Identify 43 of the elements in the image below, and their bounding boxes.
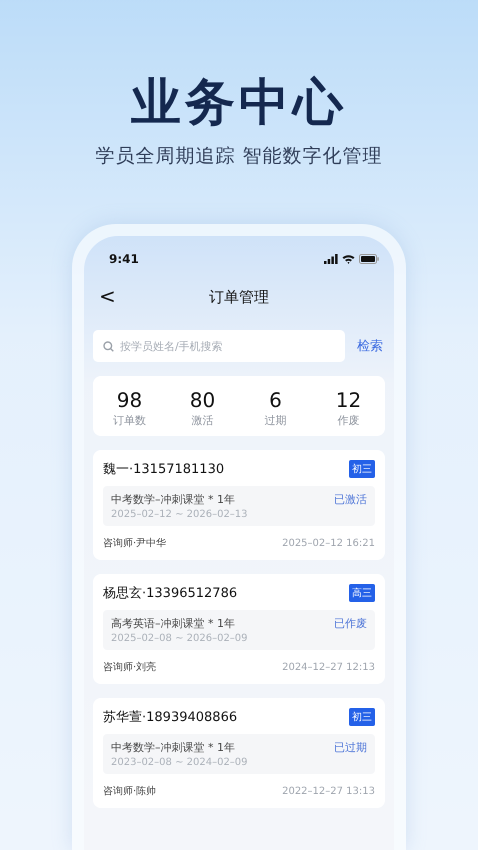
order-time: 2022–12–27 13:13 xyxy=(282,786,375,796)
order-status: 已作废 xyxy=(334,616,367,631)
grade-tag: 初三 xyxy=(349,708,375,726)
stat-value: 6 xyxy=(269,388,282,412)
order-card[interactable]: 杨思玄·13396512786 高三 高考英语–冲刺课堂 * 1年 2025–02–08 ~ 2026–02–09 已作废 咨询师·刘亮 2024–12–27 12:13 xyxy=(93,574,385,684)
stat-value: 80 xyxy=(190,388,216,412)
order-card[interactable]: 魏一·13157181130 初三 中考数学–冲刺课堂 * 1年 2025–02–12 ~ 2026–02–13 已激活 咨询师·尹中华 2025–02–12 16:21 xyxy=(93,450,385,560)
consultant-name: 咨询师·尹中华 xyxy=(103,536,166,550)
search-field[interactable]: 按学员姓名/手机搜索 xyxy=(93,330,345,362)
stat-value: 98 xyxy=(116,388,142,412)
signal-icon xyxy=(324,254,338,264)
student-name: 杨思玄·13396512786 xyxy=(103,585,238,602)
tagline: 学员全周期追踪 智能数字化管理 xyxy=(95,144,383,168)
grade-tag: 初三 xyxy=(349,460,375,478)
consultant-name: 咨询师·陈帅 xyxy=(103,784,156,798)
search-icon xyxy=(103,341,114,352)
course-name: 中考数学–冲刺课堂 * 1年 xyxy=(111,492,236,507)
grade-tag: 高三 xyxy=(349,584,375,602)
order-time: 2025–02–12 16:21 xyxy=(282,538,375,548)
headline: 业务中心 xyxy=(131,72,347,132)
stat-label: 作废 xyxy=(338,413,360,428)
consultant-name: 咨询师·刘亮 xyxy=(103,660,156,674)
order-time: 2024–12–27 12:13 xyxy=(282,662,375,672)
stat-value: 12 xyxy=(336,388,362,412)
course-name: 高考英语–冲刺课堂 * 1年 xyxy=(111,616,236,631)
stat-label: 激活 xyxy=(192,413,214,428)
course-period: 2025–02–12 ~ 2026–02–13 xyxy=(111,509,248,520)
back-button[interactable]: < xyxy=(95,284,120,308)
wifi-icon xyxy=(342,254,355,264)
order-status: 已激活 xyxy=(334,492,367,507)
page-title: 订单管理 xyxy=(209,288,269,306)
order-status: 已过期 xyxy=(334,740,367,755)
stat-label: 订单数 xyxy=(113,413,146,428)
student-name: 苏华萱·18939408866 xyxy=(103,709,238,726)
search-button[interactable]: 检索 xyxy=(355,337,385,355)
battery-icon xyxy=(359,254,379,264)
status-time: 9:41 xyxy=(109,252,139,266)
order-card[interactable]: 苏华萱·18939408866 初三 中考数学–冲刺课堂 * 1年 2023–02–08 ~ 2024–02–09 已过期 咨询师·陈帅 2022–12–27 13:13 xyxy=(93,698,385,808)
course-name: 中考数学–冲刺课堂 * 1年 xyxy=(111,740,236,755)
course-period: 2025–02–08 ~ 2026–02–09 xyxy=(111,633,248,644)
stat-label: 过期 xyxy=(264,413,286,428)
student-name: 魏一·13157181130 xyxy=(103,461,224,478)
course-period: 2023–02–08 ~ 2024–02–09 xyxy=(111,757,248,768)
